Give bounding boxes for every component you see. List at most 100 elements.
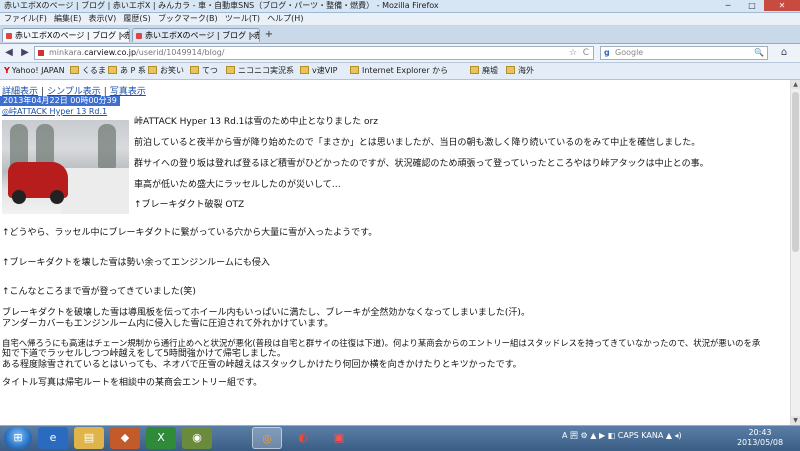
taskbar-app-icon[interactable]: ◆ [110, 427, 140, 449]
scroll-up-arrow-icon[interactable]: ▲ [791, 80, 800, 89]
bookmark-folder-owarai[interactable]: お笑い [148, 65, 184, 77]
menu-view[interactable]: 表示(V) [89, 14, 117, 23]
bookmark-label: Yahoo! JAPAN [11, 66, 65, 75]
paragraph: タイトル写真は帰宅ルートを相談中の某商会エントリー組です。 [2, 378, 263, 388]
new-tab-button[interactable]: + [262, 29, 276, 41]
bookmark-yahoo[interactable]: Y Yahoo! JAPAN [4, 65, 65, 77]
scrollbar-thumb[interactable] [792, 92, 799, 252]
bookmark-folder-niconico[interactable]: ニコニコ実況系 [226, 65, 294, 77]
menu-history[interactable]: 履歴(S) [123, 14, 150, 23]
bookmarks-toolbar: Y Yahoo! JAPAN くるま あ P 系 お笑い てつ ニコニコ実況系 v… [0, 63, 800, 80]
post-date: 2013年04月22日 00時00分39 [0, 96, 120, 106]
bookmark-label: てつ [202, 66, 218, 75]
bookmark-label: あ P 系 [120, 66, 146, 75]
paragraph: ↑どうやら、ラッセル中にブレーキダクトに繋がっている穴から大量に雪が入ったようで… [2, 228, 378, 238]
bookmark-label: 海外 [518, 66, 534, 75]
tab-strip: 赤いエボXのページ | ブログ | 赤いエ... × 赤いエボXのページ | ブ… [0, 26, 800, 44]
folder-icon [470, 66, 479, 74]
taskbar-app-icon[interactable]: ▣ [324, 427, 354, 449]
paragraph: ↑ブレーキダクトを壊した雪は勢い余ってエンジンルームにも侵入 [2, 258, 270, 268]
photo-road [62, 168, 129, 214]
folder-icon [190, 66, 199, 74]
reload-icon[interactable]: C [583, 47, 589, 59]
windows-taskbar: ⊞ e ▤ ◆ X ◉ ◎ ◐ ▣ A 囲 ⚙ ▲ ▶ ◧ CAPS KANA … [0, 425, 800, 451]
site-identity-icon [38, 50, 44, 56]
taskbar-app-icon[interactable]: ◉ [182, 427, 212, 449]
back-button[interactable]: ◀ [2, 46, 16, 60]
folder-icon [300, 66, 309, 74]
paragraph: アンダーカバーもエンジンルーム内に侵入した雪に圧迫されて外れかけています。 [2, 319, 334, 329]
url-path: /userid/1049914/blog/ [136, 48, 225, 57]
bookmark-label: v速VIP [312, 66, 338, 75]
page-content: 詳細表示 | シンプル表示 | 写真表示 2013年04月22日 00時00分39 ◎峠… [0, 80, 790, 425]
bookmark-folder-vip[interactable]: v速VIP [300, 65, 337, 77]
folder-icon [148, 66, 157, 74]
tab-close-icon[interactable]: × [249, 29, 256, 42]
vertical-scrollbar[interactable]: ▲ ▼ [790, 80, 800, 425]
photo-tree [98, 124, 116, 168]
navigation-bar: ◀ ▶ minkara.carview.co.jp/userid/1049914… [0, 44, 800, 63]
maximize-button[interactable]: □ [740, 0, 764, 11]
taskbar-app-icon[interactable]: ◐ [288, 427, 318, 449]
taskbar-explorer-icon[interactable]: ▤ [74, 427, 104, 449]
menu-file[interactable]: ファイル(F) [4, 14, 47, 23]
folder-icon [506, 66, 515, 74]
taskbar-ie-icon[interactable]: e [38, 427, 68, 449]
photo-wheel [50, 190, 64, 204]
bookmark-folder-tetsu[interactable]: てつ [190, 65, 218, 77]
tab-close-icon[interactable]: × [119, 29, 126, 42]
menu-bar: ファイル(F) 編集(E) 表示(V) 履歴(S) ブックマーク(B) ツール(… [0, 13, 800, 26]
menu-help[interactable]: ヘルプ(H) [267, 14, 303, 23]
bookmark-label: くるま [82, 66, 106, 75]
forward-button[interactable]: ▶ [18, 46, 32, 60]
window-titlebar: 赤いエボXのページ | ブログ | 赤いエボX | みんカラ - 車・自動車SN… [0, 0, 800, 13]
menu-edit[interactable]: 編集(E) [54, 14, 81, 23]
close-button[interactable]: ✕ [764, 0, 800, 11]
photo-wheel [12, 190, 26, 204]
paragraph: 峠ATTACK Hyper 13 Rd.1は雪のため中止となりました orz [134, 117, 378, 127]
bookmark-folder-kuruma[interactable]: くるま [70, 65, 106, 77]
google-icon: g [604, 48, 610, 57]
folder-icon [108, 66, 117, 74]
search-icon[interactable]: 🔍 [754, 47, 764, 59]
clock-date: 2013/05/08 [736, 438, 784, 447]
taskbar-excel-icon[interactable]: X [146, 427, 176, 449]
bookmark-folder-ap[interactable]: あ P 系 [108, 65, 146, 77]
menu-tools[interactable]: ツール(T) [225, 14, 260, 23]
site-favicon-icon [136, 33, 142, 39]
paragraph: ある程度除雪されているとはいっても、ネオバで圧雪の峠越えはスタックしかけたり何回… [2, 360, 522, 370]
scroll-down-arrow-icon[interactable]: ▼ [791, 416, 800, 425]
tab-1-label: 赤いエボXのページ | ブログ | 赤いエ... [15, 31, 129, 40]
bookmark-label: Internet Explorer から [362, 66, 449, 75]
bookmark-folder-haikyo[interactable]: 廃墟 [470, 65, 498, 77]
url-prefix: minkara. [49, 48, 85, 57]
bookmark-label: お笑い [160, 66, 184, 75]
site-favicon-icon [6, 33, 12, 39]
bookmark-label: ニコニコ実況系 [238, 66, 294, 75]
url-bar[interactable]: minkara.carview.co.jp/userid/1049914/blo… [34, 46, 594, 60]
home-button[interactable]: ⌂ [776, 46, 792, 60]
yahoo-icon: Y [4, 66, 10, 75]
post-thumbnail-image[interactable] [2, 120, 129, 214]
system-clock[interactable]: 20:43 2013/05/08 [730, 428, 790, 448]
minimize-button[interactable]: ─ [716, 0, 740, 11]
post-title-link[interactable]: ◎峠ATTACK Hyper 13 Rd.1 [2, 107, 107, 117]
bookmark-star-icon[interactable]: ☆ [569, 47, 577, 59]
paragraph: ↑ブレーキダクト破裂 OTZ [134, 200, 245, 210]
paragraph: 前泊していると夜半から雪が降り始めたので「まさか」とは思いましたが、当日の朝も激… [134, 138, 701, 148]
search-placeholder: Google [615, 48, 644, 57]
system-tray[interactable]: A 囲 ⚙ ▲ ▶ ◧ CAPS KANA ▲ ◂) [562, 430, 682, 441]
paragraph: ↑こんなところまで雪が登ってきていました(笑) [2, 287, 196, 297]
folder-icon [226, 66, 235, 74]
menu-bookmarks[interactable]: ブックマーク(B) [158, 14, 218, 23]
tab-2[interactable]: 赤いエボXのページ | ブログ | 赤いエ... × [132, 28, 260, 42]
bookmark-folder-kaigai[interactable]: 海外 [506, 65, 534, 77]
window-title: 赤いエボXのページ | ブログ | 赤いエボX | みんカラ - 車・自動車SN… [4, 1, 439, 10]
taskbar-firefox-icon[interactable]: ◎ [252, 427, 282, 449]
search-input[interactable]: g Google 🔍 [600, 46, 768, 60]
tab-1[interactable]: 赤いエボXのページ | ブログ | 赤いエ... × [2, 28, 130, 42]
start-button[interactable]: ⊞ [4, 427, 32, 449]
folder-icon [70, 66, 79, 74]
bookmark-folder-ie[interactable]: Internet Explorer から [350, 65, 448, 77]
paragraph: 車高が低いため盛大にラッセルしたのが災いして… [134, 180, 341, 190]
